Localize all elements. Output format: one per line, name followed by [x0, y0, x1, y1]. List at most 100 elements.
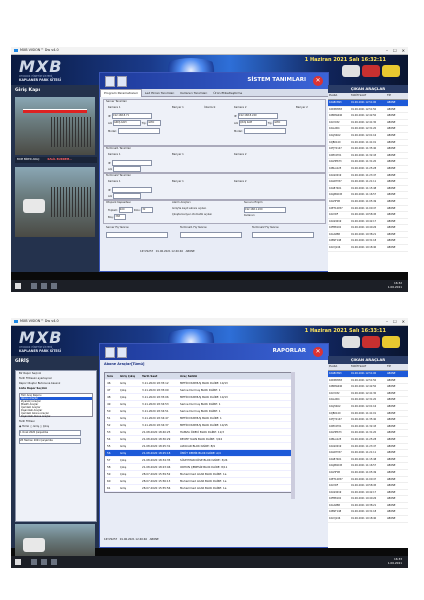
list-item[interactable]: 16AB7401 01.06.2021 11:15:48 ABONE	[328, 457, 408, 464]
close-window-button[interactable]: ✕	[402, 48, 405, 53]
camera1-type-select[interactable]: GPIO	[147, 120, 162, 126]
col-owner[interactable]: Araç Sahibi	[180, 373, 288, 379]
app-taskbar-icon[interactable]	[51, 559, 57, 565]
list-item[interactable]: 16FB8102 01.06.2021 10:40:26 ABONE	[328, 496, 408, 503]
minimize-button[interactable]: –	[386, 319, 388, 324]
table-row[interactable]: 48 Çıkış 3.11.2020 18:35:06 METİN DURMUŞ BL…	[105, 394, 291, 401]
list-item[interactable]: 16AJ5462 01.06.2021 12:01:16 ABONE	[328, 133, 408, 140]
table-row[interactable]: 53 Giriş 21.08.2020 18:40:25 HAMZA ÖRECİ BL…	[105, 429, 291, 436]
camera1-model-select[interactable]	[117, 128, 160, 134]
list-item[interactable]: 16DM0583 01.06.2021 12:51:50 ABONE	[328, 378, 408, 385]
table-row[interactable]: 56 Giriş 21.08.2020 18:25:18 ÜMÜT DEMİR BLO…	[105, 450, 291, 457]
list-item[interactable]: 16ET14057 01.06.2021 11:00:47 ABONE	[328, 206, 408, 213]
document-icon[interactable]	[105, 347, 115, 358]
tab-led[interactable]: Led Ekran Tanımları	[142, 90, 177, 97]
list-item[interactable]: 16AY032 01.06.2021 12:41:30 ABONE	[328, 120, 408, 127]
list-item[interactable]: 16AS0019 01.06.2021 11:23:47 ABONE	[328, 173, 408, 180]
table-row[interactable]: 51 Giriş 3.11.2020 18:34:47 METİN DURMUŞ BL…	[105, 415, 291, 422]
list-item[interactable]: 16PD4701 01.06.2021 11:32:43 ABONE	[328, 153, 408, 160]
search-icon[interactable]	[31, 559, 37, 565]
empty-input[interactable]: 368	[114, 214, 127, 220]
terminal1-printer-select[interactable]	[180, 232, 242, 238]
printer-icon[interactable]	[117, 76, 127, 87]
list-item[interactable]: 16AL904 01.06.2021 12:31:20 ABONE	[328, 126, 408, 133]
camera2-type-select[interactable]: GPIO	[273, 120, 288, 126]
col-type[interactable]: TİP	[387, 364, 405, 370]
table-row[interactable]: 46 Giriş 3.11.2020 18:35:12 METİN DURMUŞ BL…	[105, 380, 291, 387]
windows-start-icon[interactable]	[15, 283, 21, 289]
col-datetime[interactable]: Tarih Saat	[142, 373, 180, 379]
col-index[interactable]: Sıra	[105, 373, 120, 379]
table-row[interactable]: 57 Çıkış 21.08.2020 18:34:35 SÜLEYMAN KÖSE …	[105, 457, 291, 464]
table-row[interactable]: 59 Çıkış 28.07.2020 15:59:52 Muhammed ACAR …	[105, 471, 291, 478]
list-item[interactable]: 16PD4701 01.06.2021 11:32:43 ABONE	[328, 424, 408, 431]
list-item[interactable]: 16AHF08 01.06.2021 11:05:49 ABONE	[328, 199, 408, 206]
list-item[interactable]: 16AYJ146 01.06.2021 10:18:40 ABONE	[328, 245, 408, 252]
list-item[interactable]: 16TJT2147 01.06.2021 11:35:40 ABONE	[328, 146, 408, 153]
date-to-input[interactable]: 28 Haziran 2021 Çarşamba	[19, 438, 81, 444]
minimize-button[interactable]: –	[386, 48, 388, 53]
table-row[interactable]: 54 Giriş 21.08.2020 18:30:29 RECEP YALIN BL…	[105, 436, 291, 443]
list-item[interactable]: 16AJB4045 01.06.2021 11:16:57 ABONE	[328, 463, 408, 470]
list-item[interactable]: 16AYDF 01.06.2021 10:58:45 ABONE	[328, 483, 408, 490]
list-item[interactable]: 16AA888 01.06.2021 10:38:21 ABONE	[328, 503, 408, 510]
app-taskbar-icon[interactable]	[51, 283, 57, 289]
table-row[interactable]: 55 Giriş 21.08.2020 18:25:31 ALTACAR BLOK D…	[105, 443, 291, 450]
col-datetime[interactable]: TARİH SAAT	[351, 93, 387, 99]
col-plate[interactable]: PLAKA	[328, 93, 351, 99]
list-item[interactable]: 16BST148 01.06.2021 10:31:18 ABONE	[328, 509, 408, 517]
col-direction[interactable]: Giriş Çıkış	[120, 373, 142, 379]
total-input[interactable]: 400	[118, 207, 133, 213]
list-item[interactable]: 16AHF08 01.06.2021 11:05:49 ABONE	[328, 470, 408, 477]
list-item[interactable]: 16BLA125 01.06.2021 11:25:28 ABONE	[328, 437, 408, 444]
table-row[interactable]: 52 Giriş 3.11.2020 18:34:37 METİN DURMUŞ BL…	[105, 422, 291, 429]
close-dialog-button[interactable]: ✕	[313, 347, 323, 357]
camera2-model-select[interactable]	[243, 128, 286, 134]
terminal2-name-input[interactable]	[112, 193, 141, 199]
list-item[interactable]: 16AJB4045 01.06.2021 11:16:57 ABONE	[328, 192, 408, 199]
list-item[interactable]: 16AJ5462 01.06.2021 12:01:16 ABONE	[328, 404, 408, 411]
radio-entry[interactable]: Giriş	[33, 425, 39, 428]
list-item[interactable]: 16AS9019 01.06.2021 10:42:17 ABONE	[328, 219, 408, 226]
table-scrollbar[interactable]	[291, 372, 295, 499]
list-item[interactable]: 16BST148 01.06.2021 10:31:18 ABONE	[328, 238, 408, 246]
full-input[interactable]: 32	[141, 207, 154, 213]
list-item[interactable]: 16BLA125 01.06.2021 11:25:28 ABONE	[328, 166, 408, 173]
radio-exit[interactable]: Çıkış	[43, 425, 49, 428]
report-option[interactable]: Dışarıdaki Abone Araçlar	[20, 415, 92, 418]
list-item[interactable]: 16BMG640 01.06.2021 12:42:50 ABONE	[328, 384, 408, 391]
alarm-option-2[interactable]: Çıkışta bariyer otomatik açılsın	[172, 213, 212, 216]
list-item[interactable]: 16AKH357 01.06.2021 11:21:11 ABONE	[328, 179, 408, 186]
list-item[interactable]: 16AA888 01.06.2021 10:38:21 ABONE	[328, 232, 408, 239]
list-item[interactable]: 16BMG640 01.06.2021 12:42:50 ABONE	[328, 113, 408, 120]
alarm-option-1[interactable]: Giriş'te kayıt ekranı açılsın	[172, 207, 206, 210]
col-plate[interactable]: PLAKA	[328, 364, 351, 370]
list-item[interactable]: 16ABC893 01.06.2021 12:51:00 ABONE	[328, 100, 408, 107]
server-ip-input[interactable]: 192.168.1.200	[244, 207, 286, 213]
radio-all[interactable]: Tümü	[22, 425, 29, 428]
list-item[interactable]: 16ET14057 01.06.2021 11:00:47 ABONE	[328, 477, 408, 484]
list-item[interactable]: 16AHE673 01.06.2021 11:31:20 ABONE	[328, 159, 408, 166]
list-item[interactable]: 16AS0019 01.06.2021 11:23:47 ABONE	[328, 444, 408, 451]
list-item[interactable]: 16JB0140 01.06.2021 11:41:01 ABONE	[328, 140, 408, 147]
printer-icon[interactable]	[117, 347, 127, 358]
table-row[interactable]: 50 Giriş 3.11.2020 18:34:51 Sarine Durmuş B…	[105, 408, 291, 415]
terminal1-name-input[interactable]	[112, 166, 141, 172]
camera1-ip-input[interactable]: 192.168.8.71	[112, 113, 153, 119]
list-item[interactable]: 16FB8102 01.06.2021 10:40:26 ABONE	[328, 225, 408, 232]
list-item[interactable]: 16AL904 01.06.2021 12:31:20 ABONE	[328, 397, 408, 404]
list-item[interactable]: 16JB0140 01.06.2021 11:41:01 ABONE	[328, 411, 408, 418]
windows-start-icon[interactable]	[15, 559, 21, 565]
list-item[interactable]: 16AS9019 01.06.2021 10:42:17 ABONE	[328, 490, 408, 497]
tab-users[interactable]: Kullanıcı Tanımları	[177, 90, 210, 97]
maximize-button[interactable]: ☐	[393, 48, 397, 53]
close-window-button[interactable]: ✕	[402, 319, 405, 324]
table-row[interactable]: 58 Çıkış 21.08.2020 18:23:46 ORHUN ÇENESİZ …	[105, 464, 291, 471]
list-item[interactable]: 16TJT2147 01.06.2021 11:35:40 ABONE	[328, 417, 408, 424]
col-datetime[interactable]: TARİH SAAT	[351, 364, 387, 370]
list-item[interactable]: 16AB7401 01.06.2021 11:15:48 ABONE	[328, 186, 408, 193]
camera2-name-input[interactable]: ÇIKIŞ KAPI	[238, 120, 267, 126]
date-from-input[interactable]: 1 Ocak 2020 Çarşamba	[19, 430, 81, 436]
col-type[interactable]: TİP	[387, 93, 405, 99]
table-row[interactable]: 49 Giriş 3.11.2020 18:34:53 Sarine Durmuş B…	[105, 401, 291, 408]
